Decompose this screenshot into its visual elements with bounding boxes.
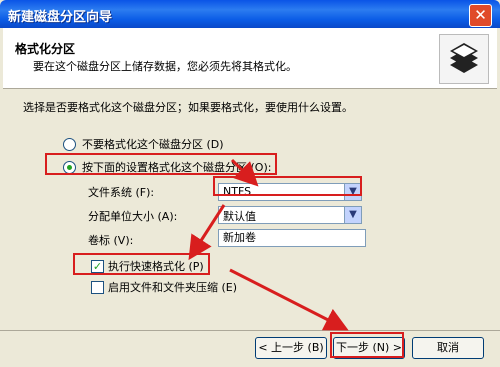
arrow-to-file-system [230, 158, 259, 187]
arrow-to-next-button [229, 268, 349, 331]
annotation-arrows [188, 158, 349, 331]
wizard-window: 新建磁盘分区向导 ✕ 格式化分区 要在这个磁盘分区上储存数据，您必须先将其格式化… [0, 0, 500, 367]
arrow-to-quick-format [188, 204, 226, 261]
